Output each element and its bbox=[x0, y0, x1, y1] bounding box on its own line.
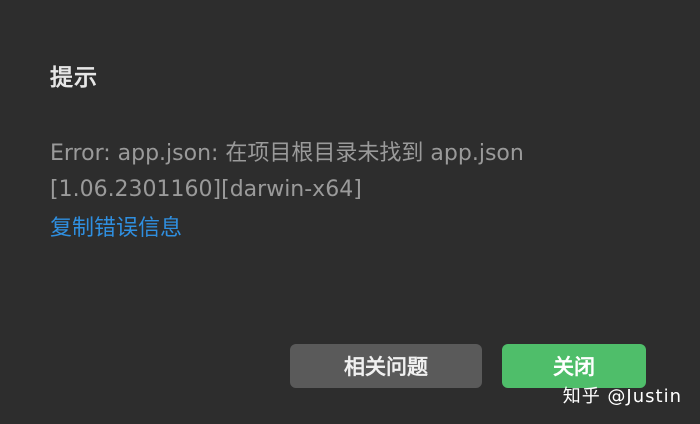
error-dialog: 提示 Error: app.json: 在项目根目录未找到 app.json [… bbox=[0, 0, 700, 424]
copy-error-info-link[interactable]: 复制错误信息 bbox=[50, 210, 182, 242]
related-issues-button[interactable]: 相关问题 bbox=[290, 344, 482, 388]
error-message-line-2: [1.06.2301160][darwin-x64] bbox=[50, 177, 362, 202]
dialog-title: 提示 bbox=[50, 65, 98, 91]
zhihu-watermark: 知乎 @Justin bbox=[562, 386, 682, 407]
error-message-line-1: Error: app.json: 在项目根目录未找到 app.json bbox=[50, 141, 524, 166]
error-message: Error: app.json: 在项目根目录未找到 app.json [1.0… bbox=[50, 136, 524, 208]
